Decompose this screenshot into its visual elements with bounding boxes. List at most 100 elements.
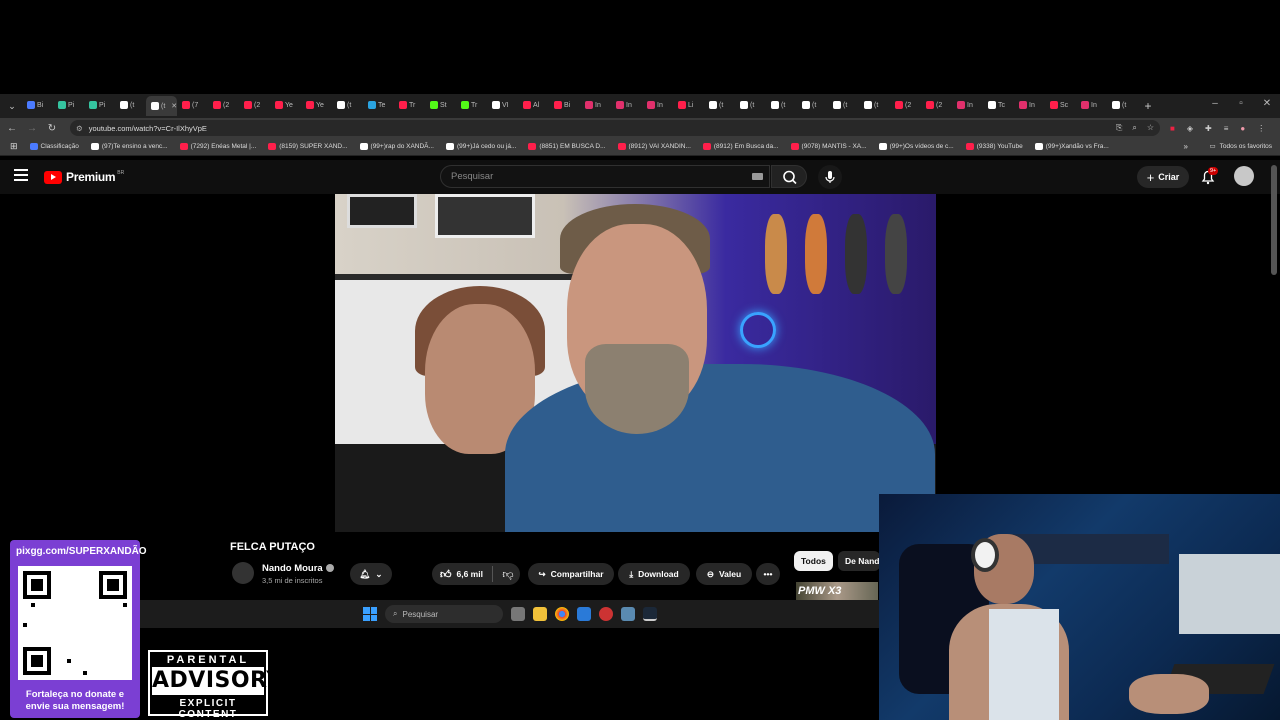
install-app-icon[interactable]: ⎘: [1116, 120, 1122, 136]
bookmark-item[interactable]: (99+)rap do XANDÃ...: [359, 143, 434, 150]
video-player[interactable]: [335, 194, 936, 532]
omnibox[interactable]: ⚙ youtube.com/watch?v=Cr-IlXhyVpE ⎘ ⌕ ☆: [70, 120, 1160, 136]
browser-tab[interactable]: In: [642, 96, 673, 114]
tab-search-dropdown-icon[interactable]: ⌄: [2, 96, 22, 116]
browser-tab[interactable]: VI: [487, 96, 518, 114]
browser-tab[interactable]: Pi: [84, 96, 115, 114]
browser-tab[interactable]: Tr: [394, 96, 425, 114]
browser-tab[interactable]: In: [952, 96, 983, 114]
bookmark-star-icon[interactable]: ☆: [1147, 120, 1154, 136]
youtube-premium-logo[interactable]: Premium BR: [44, 170, 124, 184]
keyboard-icon[interactable]: [752, 173, 763, 180]
share-button[interactable]: ↪ Compartilhar: [528, 563, 614, 585]
reload-icon[interactable]: ↻: [42, 123, 62, 134]
profile-avatar-icon[interactable]: ●: [1240, 124, 1245, 133]
browser-tab[interactable]: Bi: [22, 96, 53, 114]
browser-tab[interactable]: In: [611, 96, 642, 114]
browser-tab[interactable]: (2: [921, 96, 952, 114]
zoom-icon[interactable]: ⌕: [1132, 120, 1136, 136]
close-window-icon[interactable]: ✕: [1254, 94, 1280, 114]
browser-tab[interactable]: In: [1014, 96, 1045, 114]
browser-tab[interactable]: Ye: [270, 96, 301, 114]
bookmark-item[interactable]: (99+)Já cedo ou já...: [445, 143, 516, 150]
chip-all[interactable]: Todos: [794, 551, 833, 571]
guide-menu-icon[interactable]: [14, 169, 28, 184]
browser-tab[interactable]: (2: [890, 96, 921, 114]
account-avatar[interactable]: [1234, 166, 1254, 186]
bookmark-item[interactable]: (9338) YouTube: [965, 143, 1023, 150]
task-view-icon[interactable]: [511, 607, 525, 621]
browser-tab[interactable]: St: [425, 96, 456, 114]
browser-tab[interactable]: Sc: [1045, 96, 1076, 114]
settings-icon[interactable]: [621, 607, 635, 621]
subscribed-notifications-button[interactable]: 🔔︎ ⌄: [350, 563, 392, 585]
browser-tab[interactable]: Tr: [456, 96, 487, 114]
download-button[interactable]: ⤓ Download: [618, 563, 690, 585]
browser-tab[interactable]: (t: [115, 96, 146, 114]
all-bookmarks-folder[interactable]: ▭ Todos os favoritos: [1209, 138, 1272, 156]
more-actions-button[interactable]: •••: [756, 563, 780, 585]
media-control-icon[interactable]: ≡: [1224, 124, 1229, 133]
back-icon[interactable]: ←: [2, 123, 22, 134]
browser-tab[interactable]: (t: [797, 96, 828, 114]
search-button[interactable]: [771, 165, 807, 188]
browser-tab[interactable]: In: [580, 96, 611, 114]
sidebar-video-thumbnail[interactable]: PMW X3: [796, 582, 878, 600]
taskbar-search-input[interactable]: ⌕ Pesquisar: [385, 605, 503, 623]
chip-from-channel[interactable]: De Nando: [838, 551, 880, 571]
create-button[interactable]: + Criar: [1137, 166, 1189, 188]
bookmark-item[interactable]: (9078) MANTIS - XA...: [790, 143, 867, 150]
extension-icon[interactable]: ◈: [1187, 124, 1193, 133]
browser-tab[interactable]: Pi: [53, 96, 84, 114]
chrome-icon[interactable]: [555, 607, 569, 621]
forward-icon[interactable]: →: [22, 123, 42, 134]
page-scrollbar[interactable]: [1271, 165, 1277, 275]
extension-icon[interactable]: ■: [1170, 124, 1175, 133]
bookmark-item[interactable]: (7292) Enéas Metal |...: [179, 143, 256, 150]
browser-tab[interactable]: In: [1076, 96, 1107, 114]
browser-tab[interactable]: (t: [704, 96, 735, 114]
bookmark-item[interactable]: Classificação: [29, 143, 79, 150]
browser-tab[interactable]: (t: [766, 96, 797, 114]
browser-tab[interactable]: (2: [208, 96, 239, 114]
browser-tab[interactable]: (t: [735, 96, 766, 114]
bookmark-item[interactable]: (99+)Os vídeos de c...: [878, 143, 954, 150]
bookmark-item[interactable]: (99+)Xandão vs Fra...: [1034, 143, 1109, 150]
browser-menu-icon[interactable]: ⋮: [1257, 124, 1265, 133]
bookmark-item[interactable]: (8912) VAI XANDIN...: [617, 143, 691, 150]
bookmark-item[interactable]: (8912) Em Busca da...: [702, 143, 779, 150]
more-bookmarks-icon[interactable]: »: [1184, 138, 1188, 156]
browser-tab[interactable]: Li: [673, 96, 704, 114]
voice-search-button[interactable]: [818, 165, 842, 189]
browser-tab[interactable]: (7: [177, 96, 208, 114]
browser-tab[interactable]: (t: [859, 96, 890, 114]
browser-tab[interactable]: (2: [239, 96, 270, 114]
browser-tab[interactable]: Al: [518, 96, 549, 114]
new-tab-button[interactable]: +: [1138, 99, 1158, 113]
maximize-icon[interactable]: ▫: [1228, 94, 1254, 114]
app-icon[interactable]: [577, 607, 591, 621]
browser-tab[interactable]: (t: [828, 96, 859, 114]
browser-tab[interactable]: Tc: [983, 96, 1014, 114]
browser-tab[interactable]: (t ✕: [146, 96, 177, 116]
steam-icon[interactable]: [643, 607, 657, 621]
browser-tab[interactable]: (t: [332, 96, 363, 114]
thanks-button[interactable]: ⊖ Valeu: [696, 563, 752, 585]
browser-tab[interactable]: Bi: [549, 96, 580, 114]
channel-name-link[interactable]: Nando Moura: [262, 563, 334, 574]
dislike-button[interactable]: 👎︎: [497, 563, 519, 585]
channel-avatar[interactable]: [232, 562, 254, 584]
browser-tab[interactable]: Te: [363, 96, 394, 114]
bookmark-item[interactable]: (97)Te ensino a venc...: [90, 143, 168, 150]
file-explorer-icon[interactable]: [533, 607, 547, 621]
site-info-icon[interactable]: ⚙: [76, 124, 83, 133]
minimize-icon[interactable]: –: [1202, 94, 1228, 114]
windows-start-icon[interactable]: [363, 607, 377, 621]
app-icon[interactable]: [599, 607, 613, 621]
apps-grid-icon[interactable]: ⊞: [10, 141, 18, 152]
bookmark-item[interactable]: (8159) SUPER XAND...: [268, 143, 348, 150]
extensions-puzzle-icon[interactable]: ✚: [1205, 124, 1212, 133]
bookmark-item[interactable]: (8851) EM BUSCA D...: [528, 143, 606, 150]
browser-tab[interactable]: (t: [1107, 96, 1138, 114]
browser-tab[interactable]: Ye: [301, 96, 332, 114]
